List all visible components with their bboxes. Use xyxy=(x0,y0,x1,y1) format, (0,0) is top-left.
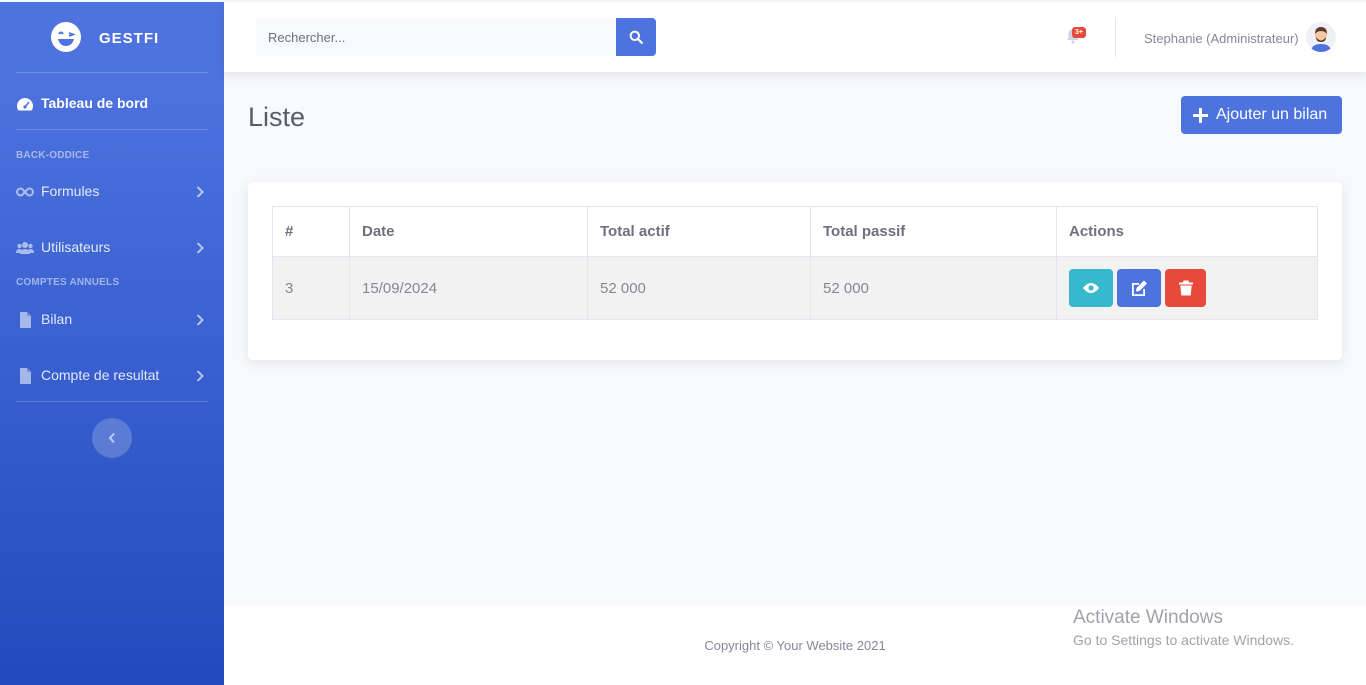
sidebar-item-compte-de-resultat[interactable]: Compte de resultat xyxy=(0,360,224,390)
chevron-right-icon xyxy=(196,370,204,382)
bilan-table: # Date Total actif Total passif Actions … xyxy=(272,206,1318,320)
sidebar-item-dashboard[interactable]: Tableau de bord xyxy=(0,88,224,118)
sidebar-divider xyxy=(16,129,208,130)
search-button[interactable] xyxy=(616,18,656,56)
chevron-right-icon xyxy=(196,242,204,254)
chevron-right-icon xyxy=(196,186,204,198)
brand-link[interactable]: GESTFI xyxy=(0,2,224,74)
alerts-counter-badge: 3+ xyxy=(1072,27,1086,38)
sidebar-item-label: Formules xyxy=(41,183,100,199)
cell-total-actif: 52 000 xyxy=(587,256,811,320)
add-bilan-button[interactable]: Ajouter un bilan xyxy=(1181,96,1342,134)
file-icon xyxy=(20,368,31,384)
cell-date: 15/09/2024 xyxy=(349,256,588,320)
cell-total-passif: 52 000 xyxy=(810,256,1057,320)
sidebar-item-utilisateurs[interactable]: Utilisateurs xyxy=(0,232,224,262)
infinity-icon xyxy=(16,187,34,197)
column-header-total-actif: Total actif xyxy=(587,206,811,257)
cell-id: 3 xyxy=(272,256,350,320)
table-row: 3 15/09/2024 52 000 52 000 xyxy=(272,256,1318,320)
table-card: # Date Total actif Total passif Actions … xyxy=(248,182,1342,360)
user-name[interactable]: Stephanie (Administrateur) xyxy=(1144,31,1299,46)
sidebar-divider xyxy=(16,401,208,402)
table-header-row: # Date Total actif Total passif Actions xyxy=(272,206,1318,257)
sidebar-toggle-button[interactable] xyxy=(92,418,132,458)
delete-button[interactable] xyxy=(1165,269,1206,307)
sidebar-item-bilan[interactable]: Bilan xyxy=(0,304,224,334)
brand-name: GESTFI xyxy=(99,30,160,47)
sidebar-item-formules[interactable]: Formules xyxy=(0,176,224,206)
users-icon xyxy=(16,242,34,254)
sidebar-item-label: Bilan xyxy=(41,311,73,327)
column-header-id: # xyxy=(272,206,350,257)
column-header-actions: Actions xyxy=(1056,206,1318,257)
cell-actions xyxy=(1056,256,1318,320)
sidebar-heading: COMPTES ANNUELS xyxy=(16,277,120,288)
search-input[interactable] xyxy=(256,18,616,56)
topbar: 3+ Stephanie (Administrateur) xyxy=(224,2,1366,72)
tachometer-icon xyxy=(17,98,33,111)
laugh-wink-icon xyxy=(51,22,81,52)
chevron-left-icon xyxy=(108,432,115,444)
page-title: Liste xyxy=(248,102,306,132)
windows-activation-title: Activate Windows xyxy=(1073,607,1223,628)
sidebar-item-label: Tableau de bord xyxy=(41,95,149,111)
sidebar: GESTFI Tableau de bord BACK-ODDICE Formu… xyxy=(0,2,224,685)
trash-icon xyxy=(1178,280,1193,296)
chevron-right-icon xyxy=(196,314,204,326)
sidebar-divider xyxy=(16,72,208,73)
edit-icon xyxy=(1132,280,1147,296)
avatar[interactable] xyxy=(1306,22,1336,52)
eye-icon xyxy=(1083,283,1099,293)
topbar-divider xyxy=(1115,17,1116,57)
search-icon xyxy=(629,30,643,44)
column-header-date: Date xyxy=(349,206,588,257)
view-button[interactable] xyxy=(1069,269,1113,307)
file-icon xyxy=(20,312,31,328)
edit-button[interactable] xyxy=(1117,269,1161,307)
sidebar-heading: BACK-ODDICE xyxy=(16,150,90,161)
sidebar-item-label: Compte de resultat xyxy=(41,367,160,383)
plus-icon xyxy=(1193,108,1208,123)
windows-activation-subtitle: Go to Settings to activate Windows. xyxy=(1073,632,1294,648)
column-header-total-passif: Total passif xyxy=(810,206,1057,257)
sidebar-item-label: Utilisateurs xyxy=(41,239,111,255)
add-bilan-label: Ajouter un bilan xyxy=(1216,106,1328,123)
